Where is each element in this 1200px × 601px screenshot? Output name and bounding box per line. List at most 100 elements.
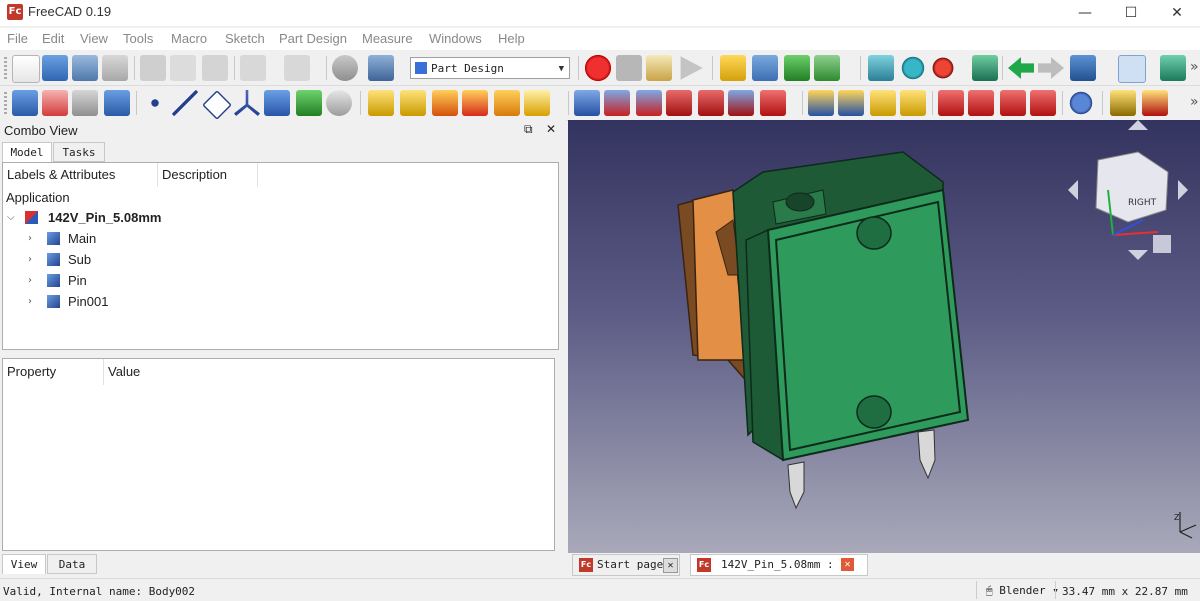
multi-transform-icon[interactable]: [900, 90, 926, 116]
validate-sketch-icon[interactable]: [72, 90, 98, 116]
clone-body-icon[interactable]: [326, 90, 352, 116]
additive-helix-icon[interactable]: [494, 90, 520, 116]
additive-pipe-icon[interactable]: [462, 90, 488, 116]
copy-icon[interactable]: [170, 55, 196, 81]
draft-icon[interactable]: [1000, 90, 1026, 116]
thickness-icon[interactable]: [1030, 90, 1056, 116]
additive-primitive-icon[interactable]: [524, 90, 550, 116]
minimize-button[interactable]: —: [1062, 0, 1108, 26]
paste-icon[interactable]: [202, 55, 228, 81]
fillet-icon[interactable]: [938, 90, 964, 116]
menu-windows[interactable]: Windows: [429, 31, 482, 46]
menu-view[interactable]: View: [80, 31, 108, 46]
redo-icon[interactable]: [284, 55, 310, 81]
create-sketch-icon[interactable]: [42, 90, 68, 116]
close-tab-icon[interactable]: ✕: [663, 558, 678, 573]
tree-body-row[interactable]: › Sub: [3, 250, 558, 270]
3d-model[interactable]: RIGHT Z: [568, 120, 1200, 553]
measure-clear-icon[interactable]: [1142, 90, 1168, 116]
tree-body-row[interactable]: › Pin: [3, 271, 558, 291]
subtractive-helix-icon[interactable]: [728, 90, 754, 116]
tab-document[interactable]: Fc 142V_Pin_5.08mm : 1 ✕: [690, 554, 868, 576]
tab-start-page[interactable]: Fc Start page ✕: [572, 554, 680, 576]
mirrored-icon[interactable]: [808, 90, 834, 116]
macro-play-icon[interactable]: [680, 56, 703, 80]
macro-edit-icon[interactable]: [646, 55, 672, 81]
menu-file[interactable]: File: [7, 31, 28, 46]
tree-body-row[interactable]: › Pin001: [3, 292, 558, 312]
navigation-style-selector[interactable]: 🖱 Blender ▾: [986, 584, 1059, 598]
datum-plane-icon[interactable]: [202, 90, 232, 120]
measure-linear-icon[interactable]: [1110, 90, 1136, 116]
pocket-icon[interactable]: [574, 90, 600, 116]
tree-view-icon[interactable]: [1118, 55, 1146, 83]
linear-pattern-icon[interactable]: [838, 90, 864, 116]
shape-binder-icon[interactable]: [264, 90, 290, 116]
undo-icon[interactable]: [240, 55, 266, 81]
pad-icon[interactable]: [368, 90, 394, 116]
whats-this-icon[interactable]: [368, 55, 394, 81]
toolbar-overflow-button[interactable]: »: [1190, 94, 1199, 110]
polar-pattern-icon[interactable]: [870, 90, 896, 116]
tree-document-row[interactable]: ⌵ 142V_Pin_5.08mm: [3, 208, 558, 228]
menu-measure[interactable]: Measure: [362, 31, 413, 46]
datum-point-icon[interactable]: [142, 90, 168, 116]
tab-tasks[interactable]: Tasks: [53, 142, 105, 162]
groove-icon[interactable]: [636, 90, 662, 116]
save-as-icon[interactable]: [102, 55, 128, 81]
chevron-right-icon[interactable]: ›: [28, 250, 32, 270]
3d-viewport[interactable]: RIGHT Z: [568, 120, 1200, 553]
tree-body-row[interactable]: › Main: [3, 229, 558, 249]
forward-arrow-icon[interactable]: [1038, 57, 1064, 79]
workbench-selector[interactable]: Part Design ▼: [410, 57, 570, 79]
close-window-button[interactable]: ✕: [1154, 0, 1200, 26]
cut-icon[interactable]: [140, 55, 166, 81]
draw-style-icon[interactable]: [930, 55, 956, 81]
toolbar-grip[interactable]: [4, 57, 7, 79]
menu-macro[interactable]: Macro: [171, 31, 207, 46]
navigation-cube[interactable]: RIGHT: [1068, 120, 1188, 260]
chevron-right-icon[interactable]: ›: [28, 292, 32, 312]
create-part-icon[interactable]: [720, 55, 746, 81]
subtractive-pipe-icon[interactable]: [698, 90, 724, 116]
toolbar-overflow-button[interactable]: »: [1190, 59, 1199, 75]
save-icon[interactable]: [72, 55, 98, 81]
tree-header-labels[interactable]: Labels & Attributes: [3, 163, 158, 187]
close-panel-icon[interactable]: ✕: [546, 122, 556, 136]
menu-edit[interactable]: Edit: [42, 31, 64, 46]
property-header[interactable]: Property: [3, 359, 104, 385]
macro-stop-icon[interactable]: [616, 55, 642, 81]
clone-icon[interactable]: [104, 90, 130, 116]
chevron-right-icon[interactable]: ›: [28, 271, 32, 291]
boolean-icon[interactable]: [1068, 90, 1094, 116]
menu-part-design[interactable]: Part Design: [279, 31, 347, 46]
fit-selection-icon[interactable]: [900, 55, 926, 81]
tab-view[interactable]: View: [2, 554, 46, 574]
create-body-icon[interactable]: [12, 90, 38, 116]
menu-help[interactable]: Help: [498, 31, 525, 46]
tree-header-description[interactable]: Description: [158, 163, 258, 187]
subtractive-primitive-icon[interactable]: [760, 90, 786, 116]
bounding-box-icon[interactable]: [972, 55, 998, 81]
tab-data[interactable]: Data: [47, 554, 97, 574]
chevron-right-icon[interactable]: ›: [28, 229, 32, 249]
macro-record-icon[interactable]: [585, 55, 611, 81]
std-views-icon[interactable]: [1070, 55, 1096, 81]
menu-tools[interactable]: Tools: [123, 31, 153, 46]
value-header[interactable]: Value: [104, 359, 204, 385]
open-folder-icon[interactable]: [42, 55, 68, 81]
back-arrow-icon[interactable]: [1008, 57, 1034, 79]
new-document-icon[interactable]: [12, 55, 40, 83]
revolution-icon[interactable]: [400, 90, 426, 116]
maximize-button[interactable]: ☐: [1108, 0, 1154, 26]
chevron-down-icon[interactable]: ⌵: [7, 208, 15, 228]
chamfer-icon[interactable]: [968, 90, 994, 116]
create-group-icon[interactable]: [752, 55, 778, 81]
refresh-icon[interactable]: [332, 55, 358, 81]
std-view-cube-icon[interactable]: [1160, 55, 1186, 81]
fit-all-icon[interactable]: [868, 55, 894, 81]
close-tab-icon[interactable]: ✕: [841, 558, 854, 571]
subtractive-loft-icon[interactable]: [666, 90, 692, 116]
link-icon[interactable]: [784, 55, 810, 81]
float-panel-icon[interactable]: ⧉: [524, 122, 533, 137]
